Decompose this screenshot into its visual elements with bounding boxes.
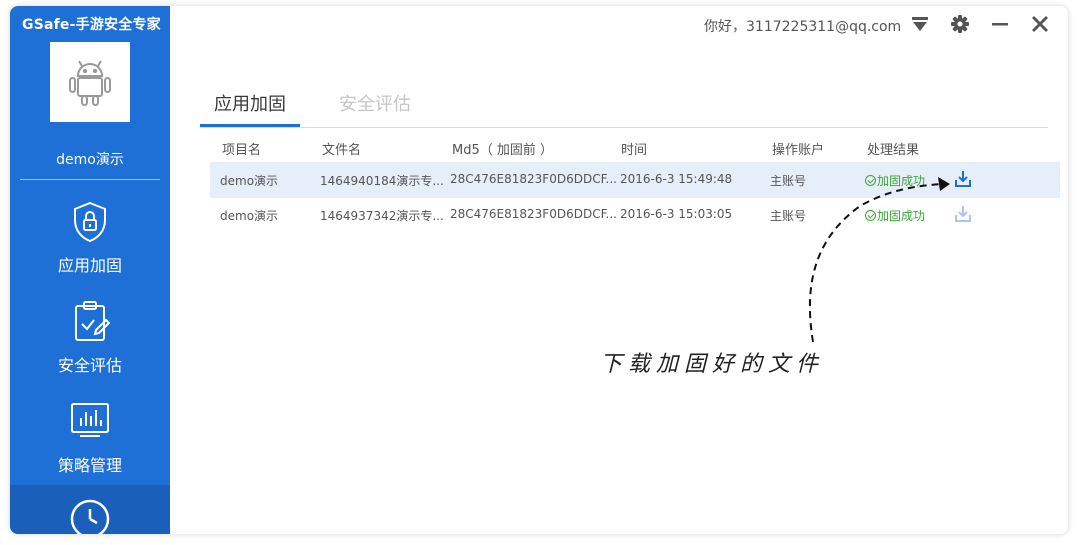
column-header-project: 项目名 <box>222 143 262 158</box>
cell-project: demo演示 <box>220 209 279 223</box>
cell-time: 2016-6-3 15:03:05 <box>620 207 733 221</box>
tab-divider <box>200 127 1048 128</box>
sidebar-item-app-hardening[interactable]: 应用加固 <box>10 200 170 296</box>
sidebar-item-label: 应用加固 <box>57 256 122 275</box>
app-window: GSafe-手游安全专家 demo演示 应用加固 安全评估 策略管理 你好，31… <box>10 6 1068 534</box>
cell-filename: 1464937342演示专... <box>320 209 444 223</box>
sidebar-item-policy-management[interactable]: 策略管理 <box>10 400 170 496</box>
cell-project: demo演示 <box>220 174 279 188</box>
monitor-chart-icon <box>70 400 110 444</box>
tab-security-assessment[interactable]: 安全评估 <box>339 90 411 116</box>
sidebar-divider <box>20 179 160 180</box>
sidebar-item-label: 策略管理 <box>57 456 122 475</box>
app-title: GSafe-手游安全专家 <box>22 17 161 33</box>
column-header-md5: Md5（ 加固前 ） <box>452 143 554 158</box>
annotation-text: 下载加固好的文件 <box>600 352 825 377</box>
sidebar-item-security-assessment[interactable]: 安全评估 <box>10 300 170 396</box>
minimize-icon[interactable] <box>990 14 1010 34</box>
cell-md5: 28C476E81823F0D6DDCF... <box>450 172 617 186</box>
sidebar: GSafe-手游安全专家 demo演示 应用加固 安全评估 策略管理 <box>10 6 170 534</box>
column-header-filename: 文件名 <box>322 143 362 158</box>
annotation-arrow <box>808 177 950 343</box>
android-icon <box>50 42 130 122</box>
clock-icon <box>70 499 110 534</box>
column-header-account: 操作账户 <box>772 143 825 158</box>
active-tab-indicator <box>200 124 300 127</box>
cell-filename: 1464940184演示专... <box>320 174 444 188</box>
project-name: demo演示 <box>56 152 124 168</box>
column-header-result: 处理结果 <box>867 143 920 158</box>
sidebar-item-history[interactable] <box>10 485 170 534</box>
sidebar-item-label: 安全评估 <box>57 356 122 375</box>
shield-lock-icon <box>70 200 110 244</box>
column-header-time: 时间 <box>621 143 648 158</box>
close-icon[interactable] <box>1030 14 1050 34</box>
user-greeting: 你好，3117225311@qq.com <box>704 19 902 35</box>
cell-md5: 28C476E81823F0D6DDCF... <box>450 207 617 221</box>
tab-app-hardening[interactable]: 应用加固 <box>214 90 286 116</box>
cell-time: 2016-6-3 15:49:48 <box>620 172 733 186</box>
dropdown-menu-icon[interactable] <box>910 14 930 34</box>
gear-icon[interactable] <box>950 14 970 34</box>
clipboard-icon <box>70 300 111 344</box>
